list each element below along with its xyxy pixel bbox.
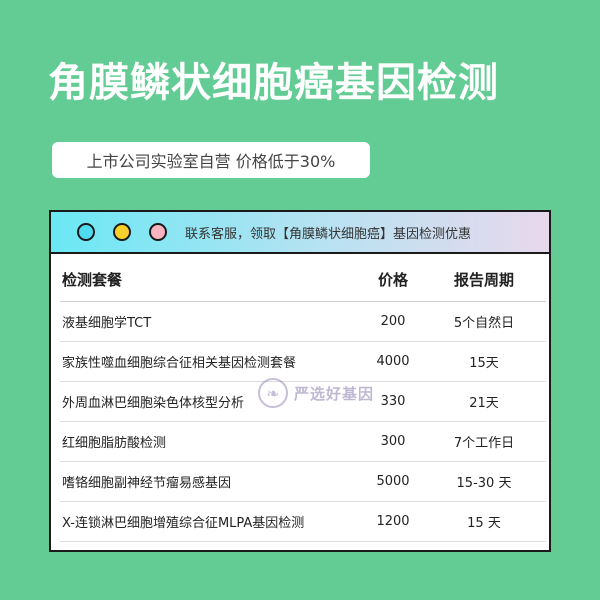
column-header-period: 报告周期 xyxy=(453,271,514,289)
row-name: X-连锁淋巴细胞增殖综合征MLPA基因检测 xyxy=(62,516,305,531)
column-header-name: 检测套餐 xyxy=(62,271,123,289)
table-row: X-连锁淋巴细胞增殖综合征MLPA基因检测 1200 15 天 xyxy=(60,502,546,542)
row-period: 15-30 天 xyxy=(456,476,512,491)
row-price: 1200 xyxy=(376,514,410,529)
row-period: 15 天 xyxy=(467,516,501,531)
row-period: 5个自然日 xyxy=(453,316,515,331)
row-price: 4000 xyxy=(376,354,410,369)
row-period: 15天 xyxy=(469,356,499,371)
watermark: ❧ 严选好基因 xyxy=(258,378,374,408)
table-header-row: 检测套餐 价格 报告周期 xyxy=(60,258,546,302)
row-price: 300 xyxy=(380,434,406,449)
row-name: 嗜铬细胞副神经节瘤易感基因 xyxy=(62,476,232,491)
window-dot-yellow-icon[interactable] xyxy=(113,223,131,241)
subtitle-badge: 上市公司实验室自营 价格低于30% xyxy=(52,142,370,178)
window-dot-pink-icon[interactable] xyxy=(149,223,167,241)
contact-service-link[interactable]: 联系客服，领取【角膜鳞状细胞癌】基因检测优惠 xyxy=(185,223,471,242)
table-row: 红细胞脂肪酸检测 300 7个工作日 xyxy=(60,422,546,462)
watermark-text: 严选好基因 xyxy=(294,384,375,403)
row-period: 21天 xyxy=(469,396,499,411)
subtitle-text: 上市公司实验室自营 价格低于30% xyxy=(86,152,336,171)
row-name: 液基细胞学TCT xyxy=(62,316,152,331)
row-name: 红细胞脂肪酸检测 xyxy=(62,436,167,451)
table-row: 家族性噬血细胞综合征相关基因检测套餐 4000 15天 xyxy=(60,342,546,382)
table-row: 液基细胞学TCT 200 5个自然日 xyxy=(60,302,546,342)
window-title-bar: 联系客服，领取【角膜鳞状细胞癌】基因检测优惠 xyxy=(51,212,549,254)
row-price: 5000 xyxy=(376,474,410,489)
row-price: 200 xyxy=(380,314,406,329)
row-period: 7个工作日 xyxy=(453,436,515,451)
row-name: 家族性噬血细胞综合征相关基因检测套餐 xyxy=(62,356,297,371)
table-row: 嗜铬细胞副神经节瘤易感基因 5000 15-30 天 xyxy=(60,462,546,502)
column-header-price: 价格 xyxy=(377,271,408,289)
window-dot-blue-icon[interactable] xyxy=(77,223,95,241)
dna-logo-icon: ❧ xyxy=(258,378,288,408)
page-title: 角膜鳞状细胞癌基因检测 xyxy=(48,60,499,106)
